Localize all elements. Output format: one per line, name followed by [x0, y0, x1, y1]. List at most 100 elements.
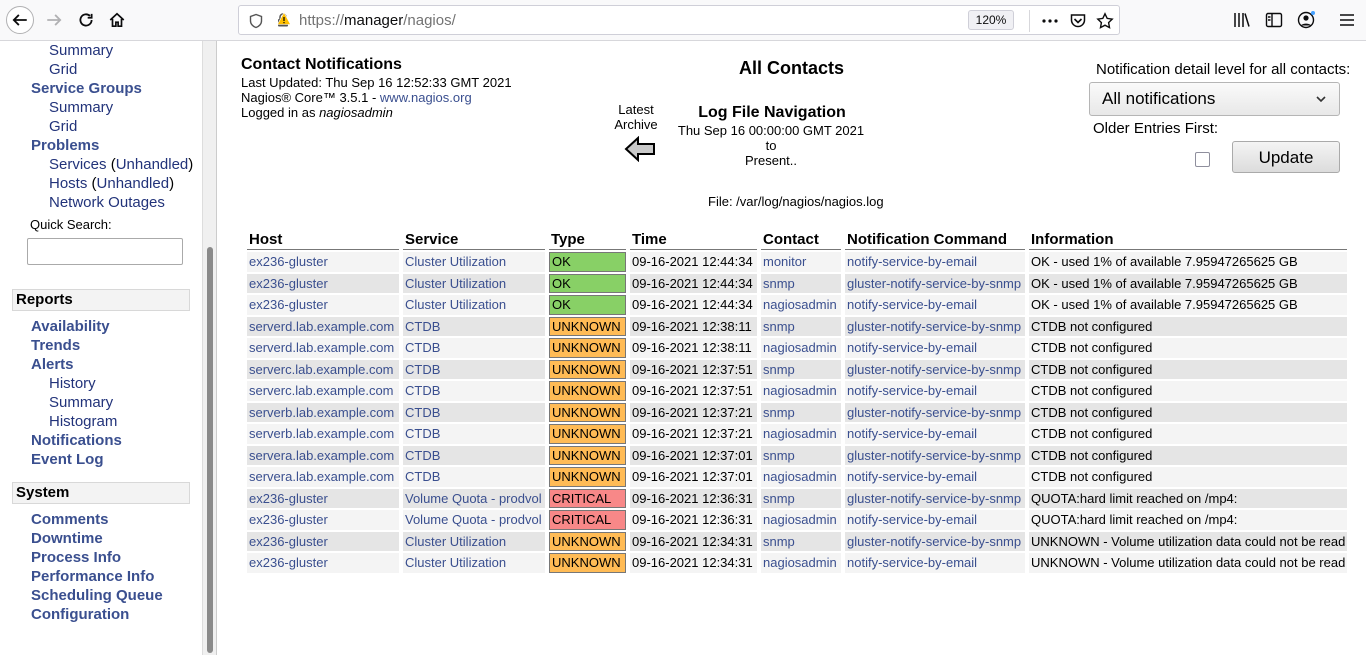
insecure-lock-icon[interactable] — [275, 12, 291, 28]
sidebar-item-comments[interactable]: Comments — [31, 511, 109, 528]
sidebar-item-notifications[interactable]: Notifications — [31, 432, 122, 449]
table-cell-command[interactable]: gluster-notify-service-by-snmp — [845, 488, 1025, 508]
sidebar-item-alerts-histogram[interactable]: Histogram — [49, 413, 117, 430]
sidebar-item-network-outages[interactable]: Network Outages — [49, 194, 165, 211]
table-cell-host[interactable]: servera.lab.example.com — [247, 467, 399, 487]
sidebar-item-hosts[interactable]: Hosts — [49, 175, 87, 192]
detail-level-select[interactable]: All notifications — [1089, 82, 1340, 116]
sidebar-item-process-info[interactable]: Process Info — [31, 549, 121, 566]
left-arrow-icon[interactable] — [624, 136, 656, 162]
pocket-icon[interactable] — [1069, 12, 1087, 30]
table-cell-command[interactable]: notify-service-by-email — [845, 381, 1025, 401]
sidebar-item-configuration[interactable]: Configuration — [31, 606, 129, 623]
table-cell-host[interactable]: serverc.lab.example.com — [247, 381, 399, 401]
bookmark-star-icon[interactable] — [1096, 12, 1114, 30]
table-cell-service[interactable]: Cluster Utilization — [403, 252, 545, 272]
shield-icon[interactable] — [248, 13, 264, 29]
sidebar-item-hostgroup-grid[interactable]: Grid — [49, 61, 77, 78]
nagios-link[interactable]: www.nagios.org — [380, 90, 472, 105]
sidebar-item-downtime[interactable]: Downtime — [31, 530, 103, 547]
table-cell-command[interactable]: notify-service-by-email — [845, 553, 1025, 573]
back-button[interactable] — [6, 6, 34, 34]
url-text[interactable]: https://manager/nagios/ — [299, 12, 456, 29]
table-cell-host[interactable]: serverb.lab.example.com — [247, 424, 399, 444]
table-cell-service[interactable]: CTDB — [403, 316, 545, 336]
table-cell-service[interactable]: CTDB — [403, 445, 545, 465]
sidebar-item-trends[interactable]: Trends — [31, 337, 80, 354]
table-cell-host[interactable]: serverd.lab.example.com — [247, 338, 399, 358]
table-cell-host[interactable]: ex236-gluster — [247, 295, 399, 315]
table-cell-service[interactable]: Cluster Utilization — [403, 531, 545, 551]
menu-icon[interactable] — [1338, 11, 1356, 29]
table-cell-command[interactable]: gluster-notify-service-by-snmp — [845, 445, 1025, 465]
table-cell-contact[interactable]: snmp — [761, 402, 841, 422]
table-cell-command[interactable]: gluster-notify-service-by-snmp — [845, 273, 1025, 293]
table-cell-service[interactable]: CTDB — [403, 359, 545, 379]
table-cell-contact[interactable]: nagiosadmin — [761, 467, 841, 487]
table-cell-host[interactable]: serverd.lab.example.com — [247, 316, 399, 336]
table-cell-command[interactable]: notify-service-by-email — [845, 424, 1025, 444]
library-icon[interactable] — [1233, 11, 1251, 29]
more-actions-icon[interactable] — [1041, 12, 1059, 30]
table-cell-service[interactable]: Cluster Utilization — [403, 273, 545, 293]
sidebar-item-performance-info[interactable]: Performance Info — [31, 568, 154, 585]
zoom-indicator[interactable]: 120% — [968, 10, 1014, 30]
table-cell-service[interactable]: Volume Quota - prodvol — [403, 510, 545, 530]
sidebar-item-alerts[interactable]: Alerts — [31, 356, 74, 373]
table-cell-host[interactable]: ex236-gluster — [247, 488, 399, 508]
sidebar-item-servicegroup-summary[interactable]: Summary — [49, 99, 113, 116]
table-cell-host[interactable]: ex236-gluster — [247, 252, 399, 272]
table-cell-host[interactable]: servera.lab.example.com — [247, 445, 399, 465]
sidebar-item-event-log[interactable]: Event Log — [31, 451, 104, 468]
table-cell-contact[interactable]: nagiosadmin — [761, 381, 841, 401]
table-cell-command[interactable]: gluster-notify-service-by-snmp — [845, 402, 1025, 422]
sidebar-item-services[interactable]: Services — [49, 156, 107, 173]
table-cell-host[interactable]: serverc.lab.example.com — [247, 359, 399, 379]
table-cell-service[interactable]: Cluster Utilization — [403, 553, 545, 573]
table-cell-service[interactable]: CTDB — [403, 381, 545, 401]
table-cell-service[interactable]: Cluster Utilization — [403, 295, 545, 315]
table-cell-contact[interactable]: snmp — [761, 445, 841, 465]
sidebar-scrollbar[interactable] — [202, 41, 216, 655]
table-cell-contact[interactable]: nagiosadmin — [761, 424, 841, 444]
sidebar-item-alerts-summary[interactable]: Summary — [49, 394, 113, 411]
account-icon[interactable] — [1297, 11, 1315, 29]
table-cell-service[interactable]: CTDB — [403, 424, 545, 444]
sidebar-item-hostgroup-summary[interactable]: Summary — [49, 42, 113, 59]
table-cell-command[interactable]: notify-service-by-email — [845, 338, 1025, 358]
update-button[interactable]: Update — [1232, 141, 1340, 173]
sidebar-toggle-icon[interactable] — [1265, 11, 1283, 29]
table-cell-contact[interactable]: monitor — [761, 252, 841, 272]
table-cell-contact[interactable]: nagiosadmin — [761, 338, 841, 358]
older-entries-checkbox[interactable] — [1195, 152, 1210, 167]
sidebar-item-service-groups[interactable]: Service Groups — [31, 80, 142, 97]
sidebar-item-problems[interactable]: Problems — [31, 137, 99, 154]
table-cell-service[interactable]: CTDB — [403, 467, 545, 487]
table-cell-host[interactable]: ex236-gluster — [247, 510, 399, 530]
table-cell-contact[interactable]: snmp — [761, 316, 841, 336]
reload-button[interactable] — [72, 6, 100, 34]
sidebar-item-hosts-unhandled[interactable]: Unhandled — [97, 175, 170, 192]
table-cell-contact[interactable]: snmp — [761, 531, 841, 551]
table-cell-host[interactable]: ex236-gluster — [247, 273, 399, 293]
sidebar-item-availability[interactable]: Availability — [31, 318, 110, 335]
table-cell-contact[interactable]: nagiosadmin — [761, 553, 841, 573]
sidebar-item-scheduling-queue[interactable]: Scheduling Queue — [31, 587, 163, 604]
sidebar-item-services-unhandled[interactable]: Unhandled — [116, 156, 189, 173]
table-cell-service[interactable]: CTDB — [403, 338, 545, 358]
table-cell-host[interactable]: ex236-gluster — [247, 531, 399, 551]
table-cell-contact[interactable]: nagiosadmin — [761, 510, 841, 530]
table-cell-service[interactable]: Volume Quota - prodvol — [403, 488, 545, 508]
home-button[interactable] — [103, 6, 131, 34]
table-cell-command[interactable]: gluster-notify-service-by-snmp — [845, 531, 1025, 551]
table-cell-service[interactable]: CTDB — [403, 402, 545, 422]
table-cell-command[interactable]: gluster-notify-service-by-snmp — [845, 359, 1025, 379]
table-cell-command[interactable]: notify-service-by-email — [845, 510, 1025, 530]
table-cell-command[interactable]: notify-service-by-email — [845, 467, 1025, 487]
table-cell-contact[interactable]: nagiosadmin — [761, 295, 841, 315]
table-cell-command[interactable]: gluster-notify-service-by-snmp — [845, 316, 1025, 336]
sidebar-item-alerts-history[interactable]: History — [49, 375, 96, 392]
table-cell-contact[interactable]: snmp — [761, 488, 841, 508]
quick-search-input[interactable] — [27, 238, 183, 265]
table-cell-contact[interactable]: snmp — [761, 273, 841, 293]
